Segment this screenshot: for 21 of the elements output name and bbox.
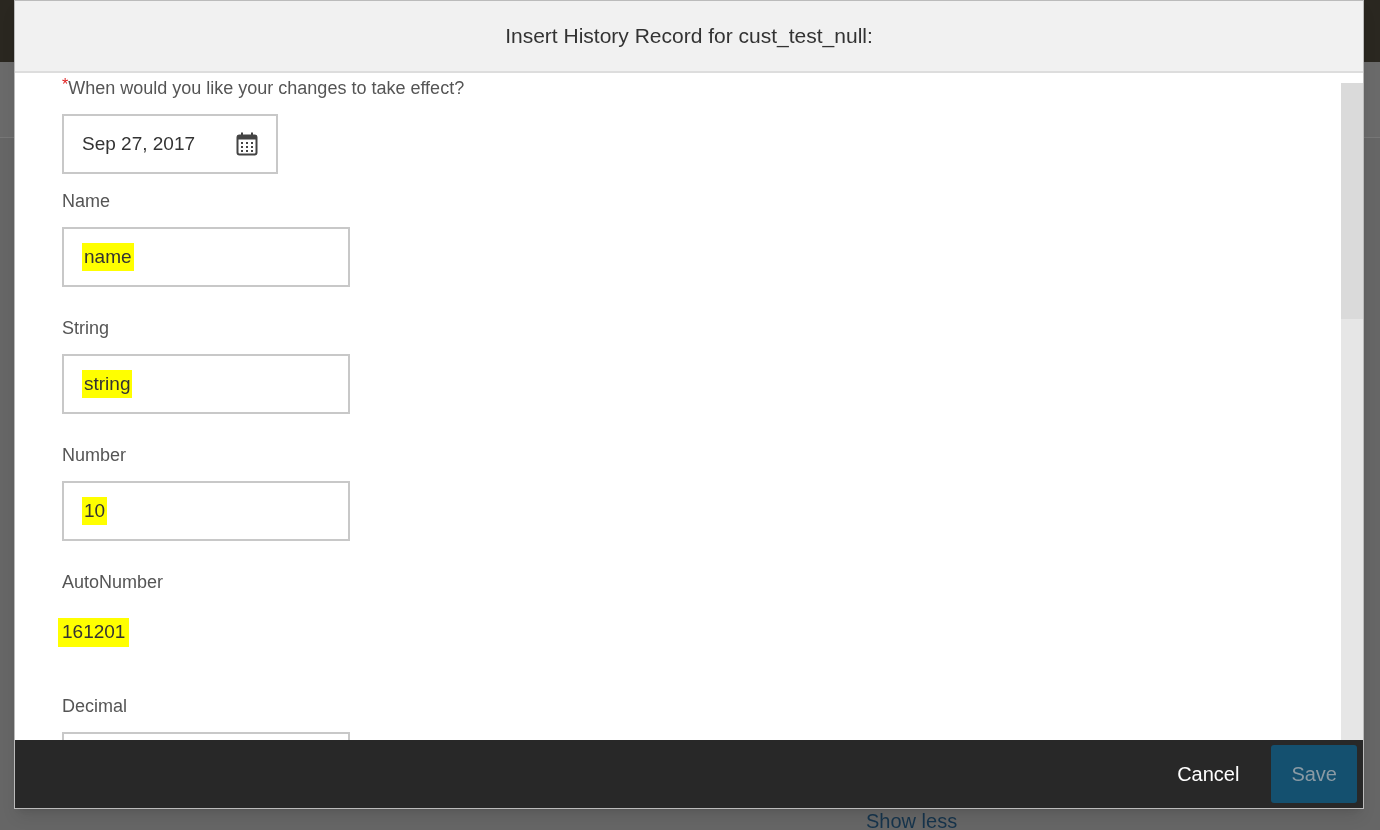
field-label: AutoNumber — [62, 571, 164, 594]
field-label: String — [62, 317, 110, 340]
date-field[interactable]: Sep 27, 2017 — [62, 114, 278, 174]
text-field[interactable]: string — [62, 354, 350, 414]
field-value: 161201 — [58, 618, 130, 647]
calendar-icon[interactable] — [236, 132, 258, 156]
field-label: Name — [62, 190, 110, 213]
text-field[interactable]: 10 — [62, 481, 350, 541]
scrollbar[interactable] — [1341, 83, 1363, 740]
dialog-title: Insert History Record for cust_test_null: — [505, 23, 873, 50]
text-field[interactable]: name — [62, 227, 350, 287]
field-value: 10 — [82, 496, 108, 526]
field-label: Number — [62, 444, 127, 467]
date-value: Sep 27, 2017 — [82, 131, 196, 156]
field-value: string — [82, 369, 133, 399]
scrollbar-thumb[interactable] — [1341, 83, 1363, 319]
cancel-button[interactable]: Cancel — [1177, 759, 1240, 789]
field-label: Decimal — [62, 694, 127, 718]
required-mark: * — [62, 77, 69, 93]
field-label: When would you like your changes to take effect? — [68, 77, 465, 100]
field-value: name — [82, 242, 134, 272]
